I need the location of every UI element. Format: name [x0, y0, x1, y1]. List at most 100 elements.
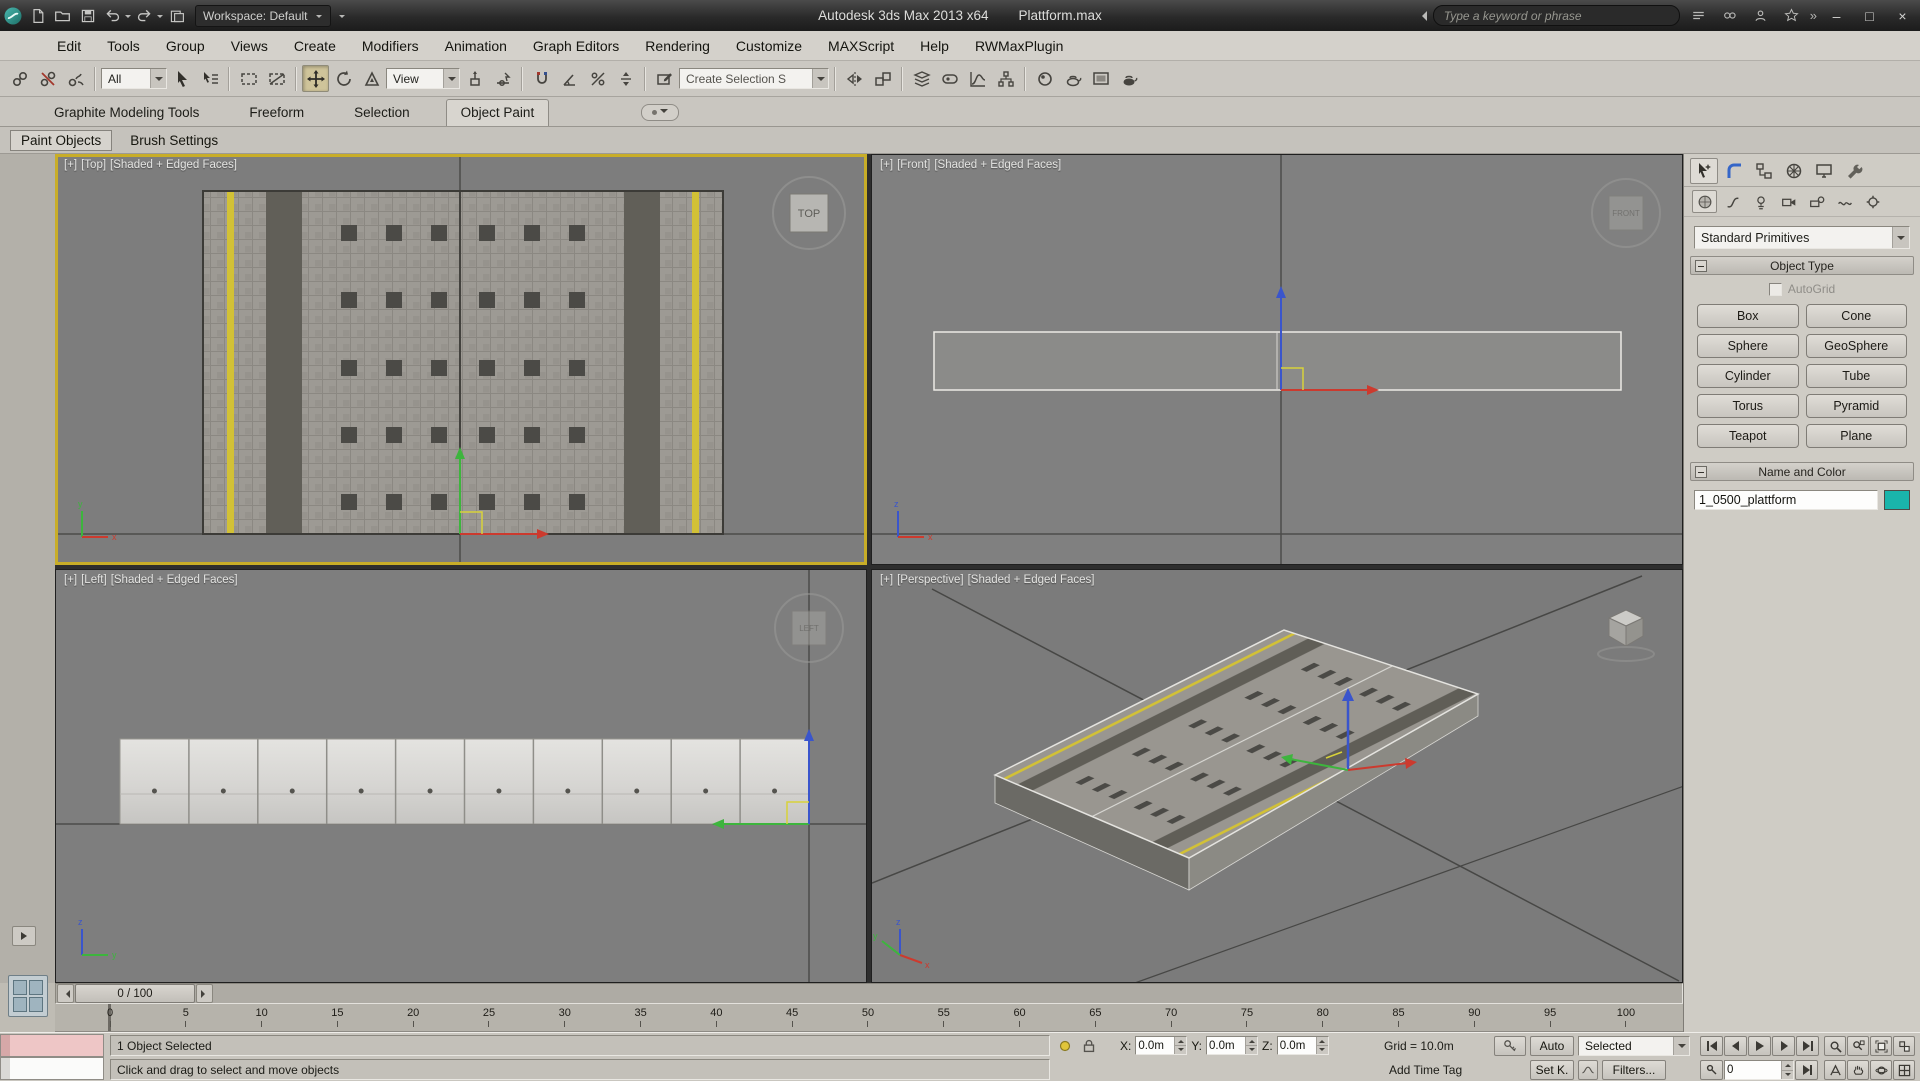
z-spinner[interactable] [1316, 1037, 1328, 1054]
viewport-menu-pov[interactable]: [Left] [81, 574, 107, 586]
viewport-perspective[interactable]: z x y [+] [Perspective] [Shaded + Edged … [871, 569, 1683, 983]
field-of-view-icon[interactable] [1824, 1060, 1846, 1080]
default-tangents-icon[interactable] [1578, 1060, 1598, 1080]
bind-to-space-warp-icon[interactable] [62, 65, 89, 92]
platform-left-view[interactable] [120, 739, 809, 824]
go-to-start-icon[interactable] [1700, 1036, 1723, 1056]
window-close-button[interactable]: × [1889, 5, 1916, 27]
x-spinner[interactable] [1174, 1037, 1186, 1054]
search-input[interactable] [1433, 5, 1680, 26]
open-mini-curve-editor-button[interactable] [12, 926, 36, 946]
autogrid-checkbox[interactable] [1769, 283, 1782, 296]
zoom-extents-all-icon[interactable] [1893, 1036, 1915, 1056]
sign-in-icon[interactable] [1748, 4, 1773, 27]
isolate-selection-icon[interactable] [1056, 1037, 1074, 1055]
menu-item-modifiers[interactable]: Modifiers [349, 31, 432, 61]
render-production-icon[interactable] [1115, 65, 1142, 92]
play-animation-icon[interactable] [1748, 1036, 1771, 1056]
display-tab-icon[interactable] [1810, 158, 1838, 184]
select-and-scale-icon[interactable] [358, 65, 385, 92]
infocenter-collapse-icon[interactable] [1417, 11, 1427, 21]
favorites-icon[interactable] [1779, 4, 1804, 27]
key-mode-toggle-icon[interactable] [1700, 1060, 1723, 1080]
viewport-front[interactable]: FRONT z x [+] [Front] [Shaded + Edged Fa… [871, 154, 1683, 565]
viewport-menu-shading[interactable]: [Shaded + Edged Faces] [111, 574, 238, 586]
menu-item-tools[interactable]: Tools [94, 31, 153, 61]
motion-tab-icon[interactable] [1780, 158, 1808, 184]
maxscript-mini-listener[interactable] [0, 1057, 104, 1080]
ribbon-tab-freeform[interactable]: Freeform [235, 100, 318, 126]
viewport-menu-general[interactable]: [+] [64, 574, 77, 586]
viewport-menu-pov[interactable]: [Perspective] [897, 574, 963, 586]
torus-button[interactable]: Torus [1697, 394, 1799, 418]
object-color-swatch[interactable] [1884, 490, 1910, 510]
menu-item-animation[interactable]: Animation [432, 31, 520, 61]
ribbon-tab-selection[interactable]: Selection [340, 100, 424, 126]
z-coordinate-input[interactable] [1278, 1037, 1316, 1054]
sphere-button[interactable]: Sphere [1697, 334, 1799, 358]
unlink-selection-icon[interactable] [34, 65, 61, 92]
time-slider-handle[interactable]: 0 / 100 [75, 984, 195, 1003]
menu-item-group[interactable]: Group [153, 31, 218, 61]
menu-item-views[interactable]: Views [218, 31, 281, 61]
use-pivot-center-icon[interactable] [461, 65, 488, 92]
go-to-end-icon[interactable] [1796, 1036, 1819, 1056]
undo-icon[interactable] [100, 4, 125, 27]
pan-view-icon[interactable] [1847, 1060, 1869, 1080]
viewport-menu-shading[interactable]: [Shaded + Edged Faces] [968, 574, 1095, 586]
helpers-category-icon[interactable] [1804, 190, 1829, 213]
rendered-frame-window-icon[interactable] [1087, 65, 1114, 92]
cameras-category-icon[interactable] [1776, 190, 1801, 213]
menu-item-rwmaxplugin[interactable]: RWMaxPlugin [962, 31, 1076, 61]
app-logo-icon[interactable] [0, 4, 25, 27]
previous-frame-arrow-icon[interactable] [57, 984, 74, 1003]
save-file-icon[interactable] [75, 4, 100, 27]
cylinder-button[interactable]: Cylinder [1697, 364, 1799, 388]
viewport-menu-shading[interactable]: [Shaded + Edged Faces] [110, 159, 237, 171]
ribbon-tab-object-paint[interactable]: Object Paint [446, 99, 550, 126]
plane-button[interactable]: Plane [1806, 424, 1908, 448]
create-tab-icon[interactable] [1690, 158, 1718, 184]
geosphere-button[interactable]: GeoSphere [1806, 334, 1908, 358]
communication-center-icon[interactable] [1717, 4, 1742, 27]
select-and-rotate-icon[interactable] [330, 65, 357, 92]
window-minimize-button[interactable]: – [1823, 5, 1850, 27]
window-maximize-button[interactable]: □ [1856, 5, 1883, 27]
next-frame-arrow-icon[interactable] [196, 984, 213, 1003]
x-coordinate-field[interactable] [1135, 1036, 1187, 1055]
menu-item-customize[interactable]: Customize [723, 31, 815, 61]
object-name-field[interactable] [1694, 490, 1878, 510]
y-spinner[interactable] [1245, 1037, 1257, 1054]
zoom-icon[interactable] [1824, 1036, 1846, 1056]
object-type-rollout-header[interactable]: Object Type [1690, 256, 1914, 275]
frame-spinner[interactable] [1781, 1061, 1793, 1079]
teapot-button[interactable]: Teapot [1697, 424, 1799, 448]
pyramid-button[interactable]: Pyramid [1806, 394, 1908, 418]
schematic-view-icon[interactable] [992, 65, 1019, 92]
viewport-menu-general[interactable]: [+] [880, 159, 893, 171]
add-time-tag[interactable]: Add Time Tag [1389, 1063, 1462, 1077]
current-frame-field[interactable] [1724, 1060, 1794, 1080]
selection-lock-icon[interactable] [1080, 1037, 1098, 1055]
y-coordinate-field[interactable] [1206, 1036, 1258, 1055]
infocenter-overflow-chevron[interactable]: » [1810, 8, 1817, 23]
lights-category-icon[interactable] [1748, 190, 1773, 213]
curve-editor-icon[interactable] [964, 65, 991, 92]
menu-item-graph-editors[interactable]: Graph Editors [520, 31, 632, 61]
maximize-viewport-toggle-icon[interactable] [1893, 1060, 1915, 1080]
key-filter-selected-dropdown[interactable]: Selected [1578, 1036, 1690, 1056]
select-and-link-icon[interactable] [6, 65, 33, 92]
modify-tab-icon[interactable] [1720, 158, 1748, 184]
menu-item-edit[interactable]: Edit [44, 31, 94, 61]
y-coordinate-input[interactable] [1207, 1037, 1245, 1054]
named-selection-sets-dropdown[interactable]: Create Selection S [679, 68, 829, 89]
subtab-paint-objects[interactable]: Paint Objects [10, 130, 112, 151]
undo-dropdown-icon[interactable] [125, 15, 131, 21]
tube-button[interactable]: Tube [1806, 364, 1908, 388]
layer-manager-icon[interactable] [908, 65, 935, 92]
window-crossing-toggle-icon[interactable] [263, 65, 290, 92]
menu-item-help[interactable]: Help [907, 31, 962, 61]
graphite-ribbon-toggle-icon[interactable] [936, 65, 963, 92]
open-file-icon[interactable] [50, 4, 75, 27]
set-key-button[interactable]: Set K. [1530, 1060, 1574, 1080]
